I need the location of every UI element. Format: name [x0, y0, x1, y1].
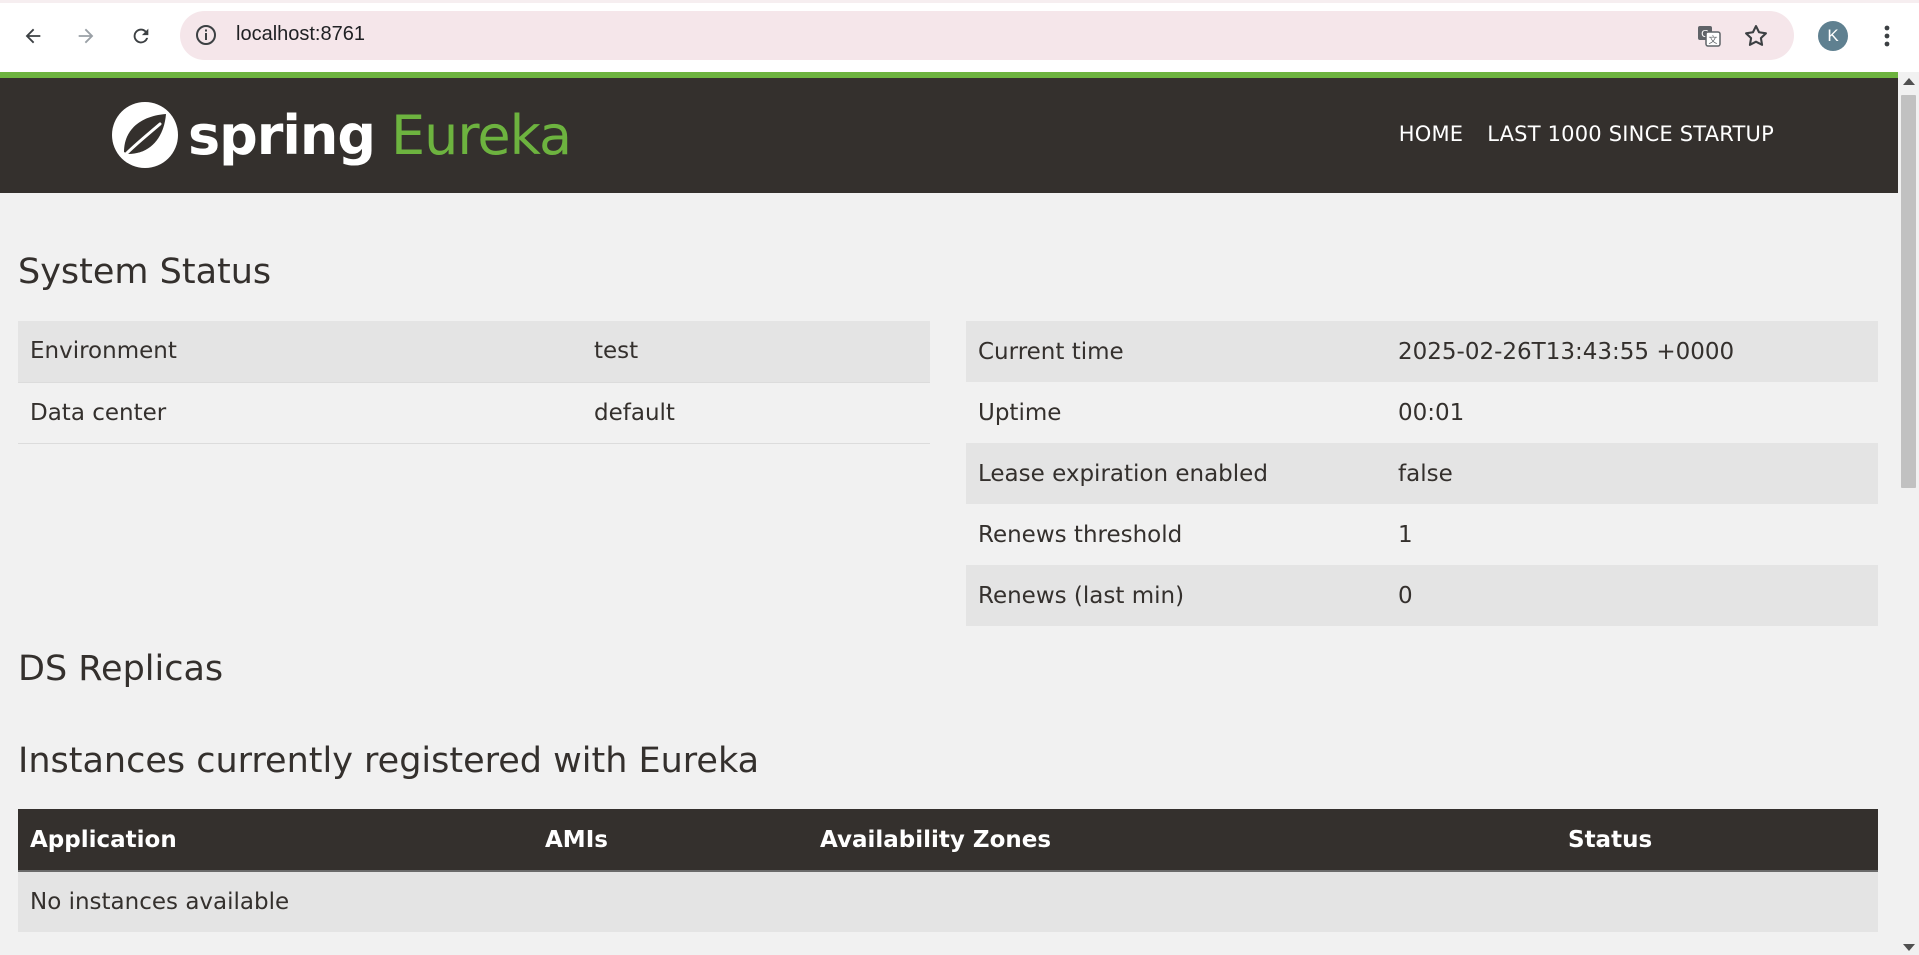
column-header-availability-zones: Availability Zones: [808, 809, 1556, 872]
browser-toolbar: localhost:8761 G文 K: [0, 0, 1919, 72]
scrollbar-thumb[interactable]: [1901, 95, 1916, 488]
info-icon[interactable]: [194, 23, 218, 47]
eureka-header: spring Eureka HOME LAST 1000 SINCE START…: [0, 72, 1898, 193]
kebab-menu-icon: [1884, 25, 1890, 47]
page-scrollbar[interactable]: [1898, 72, 1919, 955]
arrow-right-icon: [78, 28, 94, 44]
star-icon[interactable]: [1742, 22, 1770, 50]
table-row: Renews (last min) 0: [966, 565, 1878, 626]
table-row: Lease expiration enabled false: [966, 443, 1878, 504]
spring-eureka-logo[interactable]: spring Eureka: [110, 100, 572, 170]
reload-icon: [133, 28, 149, 44]
table-row: Renews threshold 1: [966, 504, 1878, 565]
instances-table: Application AMIs Availability Zones Stat…: [18, 809, 1878, 932]
nav-last-1000-link[interactable]: LAST 1000 SINCE STARTUP: [1487, 122, 1774, 146]
status-key: Lease expiration enabled: [966, 443, 1386, 504]
status-value: false: [1386, 443, 1878, 504]
tab-strip-edge: [0, 0, 1919, 3]
spring-leaf-icon: [112, 102, 178, 168]
system-status-right-table: Current time 2025-02-26T13:43:55 +0000 U…: [966, 321, 1878, 626]
browser-menu-button[interactable]: [1876, 18, 1898, 54]
status-key: Environment: [18, 321, 582, 383]
scroll-down-arrow-icon[interactable]: [1903, 944, 1915, 951]
column-header-status: Status: [1556, 809, 1878, 872]
ds-replicas-heading: DS Replicas: [18, 649, 224, 689]
forward-button[interactable]: [68, 18, 104, 54]
status-value: test: [582, 321, 930, 383]
logo-spring-text: spring: [188, 103, 376, 167]
header-nav: HOME LAST 1000 SINCE STARTUP: [1399, 122, 1774, 146]
status-value: 00:01: [1386, 382, 1878, 443]
back-button[interactable]: [15, 18, 51, 54]
status-key: Current time: [966, 321, 1386, 382]
table-header-row: Application AMIs Availability Zones Stat…: [18, 809, 1878, 872]
status-key: Uptime: [966, 382, 1386, 443]
status-key: Renews threshold: [966, 504, 1386, 565]
url-text[interactable]: localhost:8761: [236, 23, 365, 46]
column-header-application: Application: [18, 809, 533, 872]
status-value: default: [582, 382, 930, 444]
table-row: Environment test: [18, 321, 930, 383]
svg-text:文: 文: [1708, 34, 1717, 46]
logo-eureka-text: Eureka: [391, 103, 572, 167]
column-header-amis: AMIs: [533, 809, 808, 872]
system-status-left-table: Environment test Data center default: [18, 321, 930, 444]
status-key: Data center: [18, 382, 582, 444]
empty-instances-message: No instances available: [18, 871, 1878, 932]
translate-icon[interactable]: G文: [1696, 23, 1722, 49]
status-value: 0: [1386, 565, 1878, 626]
scroll-up-arrow-icon[interactable]: [1903, 78, 1915, 85]
status-value: 1: [1386, 504, 1878, 565]
page-viewport: spring Eureka HOME LAST 1000 SINCE START…: [0, 72, 1898, 955]
profile-avatar[interactable]: K: [1818, 21, 1848, 51]
system-status-heading: System Status: [18, 252, 272, 292]
reload-button[interactable]: [123, 18, 159, 54]
instances-heading: Instances currently registered with Eure…: [18, 741, 760, 781]
table-row: Uptime 00:01: [966, 382, 1878, 443]
nav-home-link[interactable]: HOME: [1399, 122, 1464, 146]
status-value: 2025-02-26T13:43:55 +0000: [1386, 321, 1878, 382]
address-bar[interactable]: localhost:8761 G文: [180, 11, 1794, 60]
table-row: No instances available: [18, 871, 1878, 932]
table-row: Current time 2025-02-26T13:43:55 +0000: [966, 321, 1878, 382]
table-row: Data center default: [18, 382, 930, 444]
status-key: Renews (last min): [966, 565, 1386, 626]
arrow-left-icon: [25, 28, 41, 44]
